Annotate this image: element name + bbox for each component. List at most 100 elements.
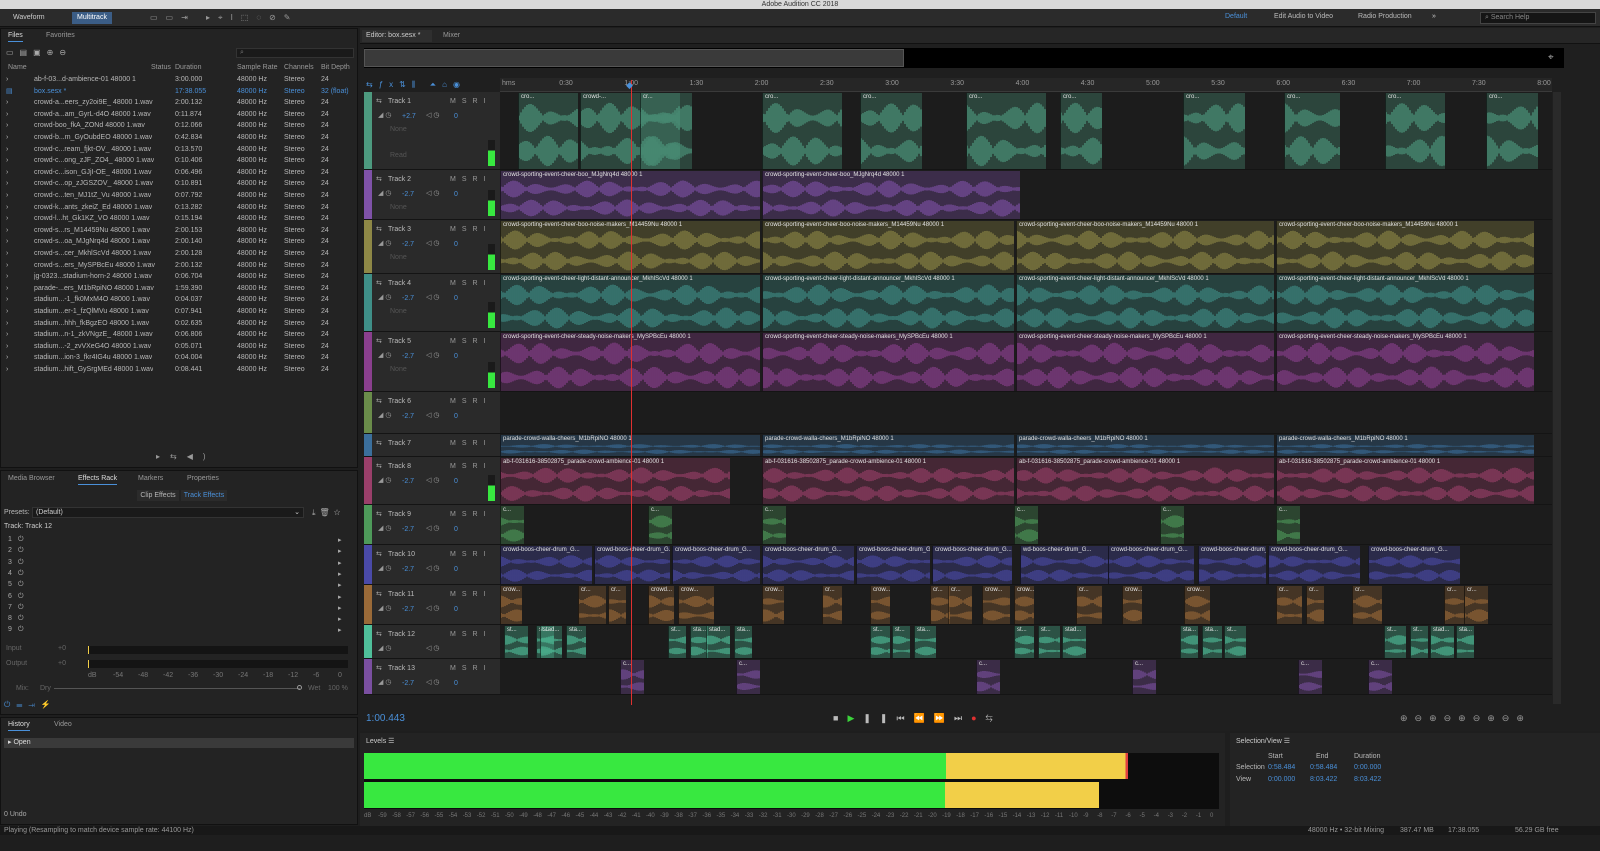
slot-menu-icon[interactable]: ▸: [338, 626, 342, 634]
track-pan[interactable]: 0: [454, 191, 458, 198]
expand-icon[interactable]: ›: [6, 132, 8, 144]
volume-knob-icon[interactable]: ◢ ◷: [378, 476, 391, 484]
audio-clip[interactable]: st...: [1014, 626, 1034, 658]
effect-slot[interactable]: 1 ⏻ ▸: [4, 536, 344, 547]
file-row[interactable]: › crowd-c...ong_zJF_ZO4_ 48000 1.wav 0:10.…: [4, 155, 356, 167]
mute-solo-arm-buttons[interactable]: MSRI: [450, 463, 492, 470]
pan-knob-icon[interactable]: ◁ ◷: [426, 293, 439, 301]
transport-controls[interactable]: ■▶❚❚⏮⏪⏩⏭●⇆: [833, 713, 1002, 724]
selection-duration[interactable]: 0:00.000: [1354, 764, 1381, 771]
mute-solo-arm-buttons[interactable]: MSRI: [450, 631, 492, 638]
audio-clip[interactable]: crowd-sporting-event-cheer-light-distant…: [1276, 275, 1534, 331]
audio-clip[interactable]: wd-boos-cheer-drum_G...: [1020, 546, 1108, 584]
audio-clip[interactable]: cr...: [822, 586, 842, 624]
track-io-icon[interactable]: ⇆: [376, 630, 382, 638]
audio-clip[interactable]: crowd-sporting-event-cheer-boo_MJgNrq4d …: [500, 171, 760, 219]
workspace-radio-production[interactable]: Radio Production: [1358, 13, 1412, 20]
track-name[interactable]: Track 11: [388, 591, 414, 598]
volume-knob-icon[interactable]: ◢ ◷: [378, 604, 391, 612]
track-pan[interactable]: 0: [454, 566, 458, 573]
slot-menu-icon[interactable]: ▸: [338, 581, 342, 589]
expand-icon[interactable]: ›: [6, 97, 8, 109]
power-icon[interactable]: ⏻: [18, 559, 24, 567]
audio-clip[interactable]: crow...: [500, 586, 522, 624]
track-lane[interactable]: c... c... c... c... c... c...: [500, 659, 1552, 695]
track-name[interactable]: Track 1: [388, 98, 411, 105]
audio-clip[interactable]: cro...: [860, 93, 922, 169]
audio-clip[interactable]: crow...: [870, 586, 890, 624]
track-lane[interactable]: ab-f-031616-38502875_parade-crowd-ambien…: [500, 457, 1552, 505]
col-channels[interactable]: Channels: [284, 64, 314, 71]
tab-markers[interactable]: Markers: [138, 475, 163, 482]
track-pan[interactable]: 0: [454, 353, 458, 360]
audio-clip[interactable]: c...: [1276, 506, 1300, 544]
audio-clip[interactable]: c...: [648, 506, 672, 544]
file-row[interactable]: › jg-0323...stadium-horn-2 48000 1.wav 0:0…: [4, 271, 356, 283]
audio-clip[interactable]: c...: [1132, 660, 1156, 694]
expand-icon[interactable]: ›: [6, 190, 8, 202]
track-header[interactable]: ⇆ Track 2 MSRI ◢ ◷ -2.7 ◁ ◷ 0 None: [364, 170, 500, 220]
audio-clip[interactable]: cro...: [518, 93, 578, 169]
track-lane[interactable]: cro... crowd-... cr... cro... cro... cro... cr…: [500, 92, 1552, 170]
audio-clip[interactable]: crow...: [1122, 586, 1142, 624]
audio-clip[interactable]: crowd-boos-cheer-drum_G...: [1108, 546, 1194, 584]
effect-slot[interactable]: 8 ⏻ ▸: [4, 615, 344, 626]
track-pan[interactable]: 0: [454, 241, 458, 248]
expand-icon[interactable]: ›: [6, 248, 8, 260]
track-volume[interactable]: -2.7: [402, 566, 414, 573]
history-item[interactable]: ▸ Open: [4, 738, 354, 748]
audio-clip[interactable]: st...: [1224, 626, 1246, 658]
track-name[interactable]: Track 8: [388, 463, 411, 470]
track-routing-field[interactable]: None: [390, 254, 407, 261]
audio-clip[interactable]: cr...: [1276, 586, 1302, 624]
track-header[interactable]: ⇆ Track 9 MSRI ◢ ◷ -2.7 ◁ ◷ 0: [364, 505, 500, 545]
timecode-display[interactable]: 1:00.443: [366, 713, 405, 724]
track-header[interactable]: ⇆ Track 1 MSRI ◢ ◷ +2.7 ◁ ◷ 0 None Read: [364, 92, 500, 170]
audio-clip[interactable]: crowd-sporting-event-cheer-boo-noise-mak…: [1016, 221, 1274, 273]
track-io-icon[interactable]: ⇆: [376, 590, 382, 598]
effect-slot[interactable]: 3 ⏻ ▸: [4, 559, 344, 570]
selection-start[interactable]: 0:58.484: [1268, 764, 1295, 771]
expand-icon[interactable]: ›: [6, 318, 8, 330]
track-name[interactable]: Track 12: [388, 631, 415, 638]
track-volume[interactable]: -2.7: [402, 478, 414, 485]
playhead-handle-icon[interactable]: ◆: [626, 80, 636, 90]
mute-solo-arm-buttons[interactable]: MSRI: [450, 551, 492, 558]
audio-clip[interactable]: crowd-boos-cheer-drum_G...: [1368, 546, 1460, 584]
view-duration[interactable]: 8:03.422: [1354, 776, 1381, 783]
files-preview-controls[interactable]: ▸⇆◀): [156, 452, 216, 461]
track-pan[interactable]: 0: [454, 526, 458, 533]
audio-clip[interactable]: cr...: [640, 93, 692, 169]
audio-clip[interactable]: sta...: [734, 626, 752, 658]
audio-clip[interactable]: cr...: [1444, 586, 1464, 624]
file-row[interactable]: › crowd-s...oa_MJgNrq4d 48000 1.wav 2:00.1…: [4, 236, 356, 248]
pan-knob-icon[interactable]: ◁ ◷: [426, 239, 439, 247]
file-row[interactable]: › crowd-s...cer_MkhlScVd 48000 1.wav 2:00.…: [4, 248, 356, 260]
expand-icon[interactable]: ›: [6, 167, 8, 179]
audio-clip[interactable]: crowd-boos-cheer-drum_G...: [594, 546, 670, 584]
track-volume[interactable]: -2.7: [402, 680, 414, 687]
audio-clip[interactable]: crowd-sporting-event-cheer-light-distant…: [1016, 275, 1274, 331]
audio-clip[interactable]: st...: [1410, 626, 1428, 658]
audio-clip[interactable]: c...: [1298, 660, 1322, 694]
track-volume[interactable]: -2.7: [402, 353, 414, 360]
audio-clip[interactable]: stad...: [706, 626, 730, 658]
audio-clip[interactable]: cro...: [1183, 93, 1245, 169]
volume-knob-icon[interactable]: ◢ ◷: [378, 411, 391, 419]
audio-clip[interactable]: cro...: [1060, 93, 1102, 169]
audio-clip[interactable]: crow...: [982, 586, 1010, 624]
file-row[interactable]: › crowd-k...ants_zkeiZ_Ed 48000 1.wav 0:13…: [4, 202, 356, 214]
audio-clip[interactable]: crowd-boos-cheer-drum_G...: [1198, 546, 1266, 584]
slot-menu-icon[interactable]: ▸: [338, 604, 342, 612]
track-header[interactable]: ⇆ Track 12 MSRI ◢ ◷ ◁ ◷: [364, 625, 500, 659]
tab-effects-rack[interactable]: Effects Rack: [78, 475, 118, 485]
audio-clip[interactable]: crowd-sporting-event-cheer-boo-noise-mak…: [1276, 221, 1534, 273]
volume-knob-icon[interactable]: ◢ ◷: [378, 644, 391, 652]
expand-icon[interactable]: ›: [6, 74, 8, 86]
mute-solo-arm-buttons[interactable]: MSRI: [450, 440, 492, 447]
track-io-icon[interactable]: ⇆: [376, 397, 382, 405]
view-end[interactable]: 8:03.422: [1310, 776, 1337, 783]
audio-clip[interactable]: st...: [892, 626, 910, 658]
track-lane[interactable]: crowd-sporting-event-cheer-boo-noise-mak…: [500, 220, 1552, 274]
search-help-input[interactable]: ⌕ Search Help: [1480, 12, 1596, 24]
